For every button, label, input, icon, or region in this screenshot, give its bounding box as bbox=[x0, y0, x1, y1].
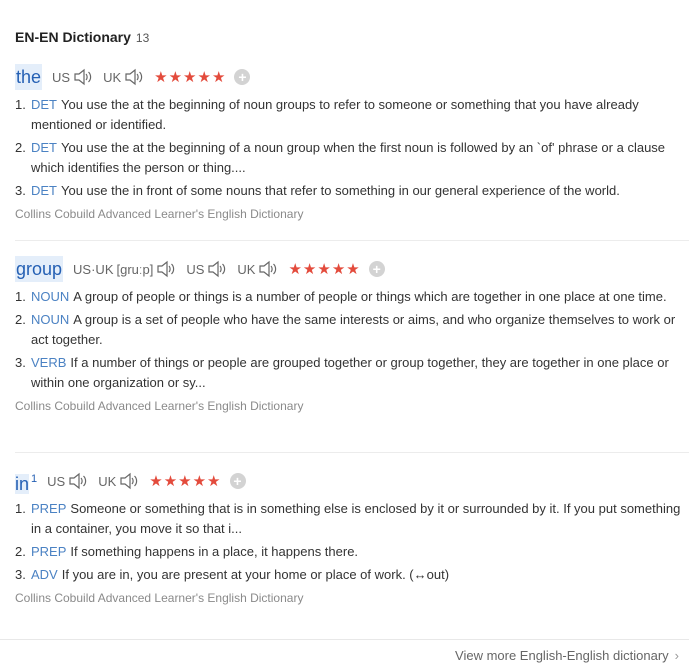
divider bbox=[15, 452, 689, 453]
entry-in: in 1 US UK ★★★★★ + 1. PREP Someone or somet… bbox=[15, 468, 689, 606]
entry-headword-row: in 1 US UK ★★★★★ + bbox=[15, 468, 689, 494]
def-number: 1. bbox=[15, 501, 26, 516]
dictionary-source: Collins Cobuild Advanced Learner's Engli… bbox=[15, 591, 304, 605]
view-more-label: View more English-English dictionary bbox=[455, 648, 669, 663]
pron-uk: UK bbox=[237, 260, 278, 278]
def-text: You use the at the beginning of a noun g… bbox=[31, 140, 666, 175]
chevron-right-icon: › bbox=[674, 648, 679, 663]
part-of-speech: DET bbox=[31, 97, 57, 112]
speaker-icon[interactable] bbox=[124, 68, 144, 86]
footer-bar: View more English-English dictionary › bbox=[0, 639, 689, 671]
pron-uk-label: UK bbox=[103, 69, 122, 85]
pron-uk-label: UK bbox=[237, 261, 256, 277]
speaker-icon[interactable] bbox=[156, 260, 176, 278]
part-of-speech: DET bbox=[31, 183, 57, 198]
entry-headword-row: group US·UK [gruːp] US UK ★★★★★ + bbox=[15, 256, 689, 282]
def-text: If a number of things or people are grou… bbox=[31, 355, 669, 390]
def-text: You use the in front of some nouns that … bbox=[61, 183, 620, 198]
pron-uk: UK bbox=[103, 68, 144, 86]
part-of-speech: VERB bbox=[31, 355, 67, 370]
def-number: 2. bbox=[15, 312, 26, 327]
plus-icon[interactable]: + bbox=[368, 261, 385, 277]
definition-item: 1. PREP Someone or something that is in so… bbox=[15, 499, 689, 539]
speaker-icon[interactable] bbox=[258, 260, 278, 278]
speaker-icon[interactable] bbox=[207, 260, 227, 278]
frequency-stars: ★★★★★ bbox=[288, 261, 361, 278]
definition-item: 3. ADV If you are in, you are present at y… bbox=[15, 565, 689, 585]
frequency-stars: ★★★★★ bbox=[149, 473, 222, 490]
pron-us-label: US bbox=[47, 473, 66, 489]
def-number: 1. bbox=[15, 289, 26, 304]
part-of-speech: PREP bbox=[31, 501, 67, 516]
phonetic: [gruːp] bbox=[116, 261, 154, 277]
dictionary-source: Collins Cobuild Advanced Learner's Engli… bbox=[15, 399, 304, 413]
part-of-speech: ADV bbox=[31, 567, 58, 582]
headword[interactable]: group bbox=[15, 256, 64, 282]
def-text: If something happens in a place, it happ… bbox=[70, 544, 359, 559]
pron-us: US bbox=[52, 68, 93, 86]
def-text: You use the at the beginning of noun gro… bbox=[31, 97, 639, 132]
dictionary-source: Collins Cobuild Advanced Learner's Engli… bbox=[15, 207, 304, 221]
pron-combined-label: US·UK bbox=[73, 261, 114, 277]
definition-item: 2. PREP If something happens in a place, i… bbox=[15, 542, 689, 562]
definition-list: 1. PREP Someone or something that is in so… bbox=[15, 499, 689, 585]
definition-item: 3. DET You use the in front of some nouns … bbox=[15, 181, 689, 201]
view-more-link[interactable]: View more English-English dictionary › bbox=[455, 648, 679, 663]
def-text: A group of people or things is a number … bbox=[73, 289, 667, 304]
plus-icon[interactable]: + bbox=[234, 69, 251, 85]
pron-uk-label: UK bbox=[98, 473, 117, 489]
definition-item: 3. VERB If a number of things or people ar… bbox=[15, 353, 689, 393]
definition-item: 2. DET You use the at the beginning of a n… bbox=[15, 138, 689, 178]
def-number: 3. bbox=[15, 183, 26, 198]
divider bbox=[15, 240, 689, 241]
definition-item: 1. DET You use the at the beginning of nou… bbox=[15, 95, 689, 135]
part-of-speech: NOUN bbox=[31, 289, 70, 304]
pron-us-label: US bbox=[52, 69, 71, 85]
pron-combined: US·UK [gruːp] bbox=[73, 260, 176, 278]
def-text: If you are in, you are present at your h… bbox=[61, 567, 450, 582]
definition-item: 1. NOUN A group of people or things is a n… bbox=[15, 287, 689, 307]
headword[interactable]: the bbox=[15, 64, 43, 90]
def-number: 3. bbox=[15, 567, 26, 582]
entry-headword-row: the US UK ★★★★★ + bbox=[15, 64, 689, 90]
speaker-icon[interactable] bbox=[73, 68, 93, 86]
dictionary-header: EN-EN Dictionary 13 bbox=[15, 26, 149, 48]
def-number: 1. bbox=[15, 97, 26, 112]
def-text: Someone or something that is in somethin… bbox=[31, 501, 681, 536]
pron-uk: UK bbox=[98, 472, 139, 490]
speaker-icon[interactable] bbox=[119, 472, 139, 490]
entry-group: group US·UK [gruːp] US UK ★★★★★ + 1. NOUN… bbox=[15, 256, 689, 414]
homograph-number: 1 bbox=[31, 472, 38, 485]
pron-us: US bbox=[47, 472, 88, 490]
def-number: 3. bbox=[15, 355, 26, 370]
definition-item: 2. NOUN A group is a set of people who hav… bbox=[15, 310, 689, 350]
headword-text: in bbox=[15, 473, 30, 494]
def-number: 2. bbox=[15, 140, 26, 155]
result-count: 13 bbox=[135, 31, 150, 45]
part-of-speech: DET bbox=[31, 140, 57, 155]
dictionary-title: EN-EN Dictionary bbox=[15, 29, 131, 45]
speaker-icon[interactable] bbox=[68, 472, 88, 490]
part-of-speech: PREP bbox=[31, 544, 67, 559]
plus-icon[interactable]: + bbox=[229, 473, 246, 489]
entry-the: the US UK ★★★★★ + 1. DET You use the at th… bbox=[15, 64, 689, 222]
frequency-stars: ★★★★★ bbox=[154, 69, 227, 86]
headword[interactable]: in 1 bbox=[15, 466, 37, 497]
part-of-speech: NOUN bbox=[31, 312, 70, 327]
pron-us: US bbox=[186, 260, 227, 278]
definition-list: 1. DET You use the at the beginning of nou… bbox=[15, 95, 689, 201]
def-number: 2. bbox=[15, 544, 26, 559]
pron-us-label: US bbox=[186, 261, 205, 277]
definition-list: 1. NOUN A group of people or things is a n… bbox=[15, 287, 689, 393]
def-text: A group is a set of people who have the … bbox=[31, 312, 676, 347]
